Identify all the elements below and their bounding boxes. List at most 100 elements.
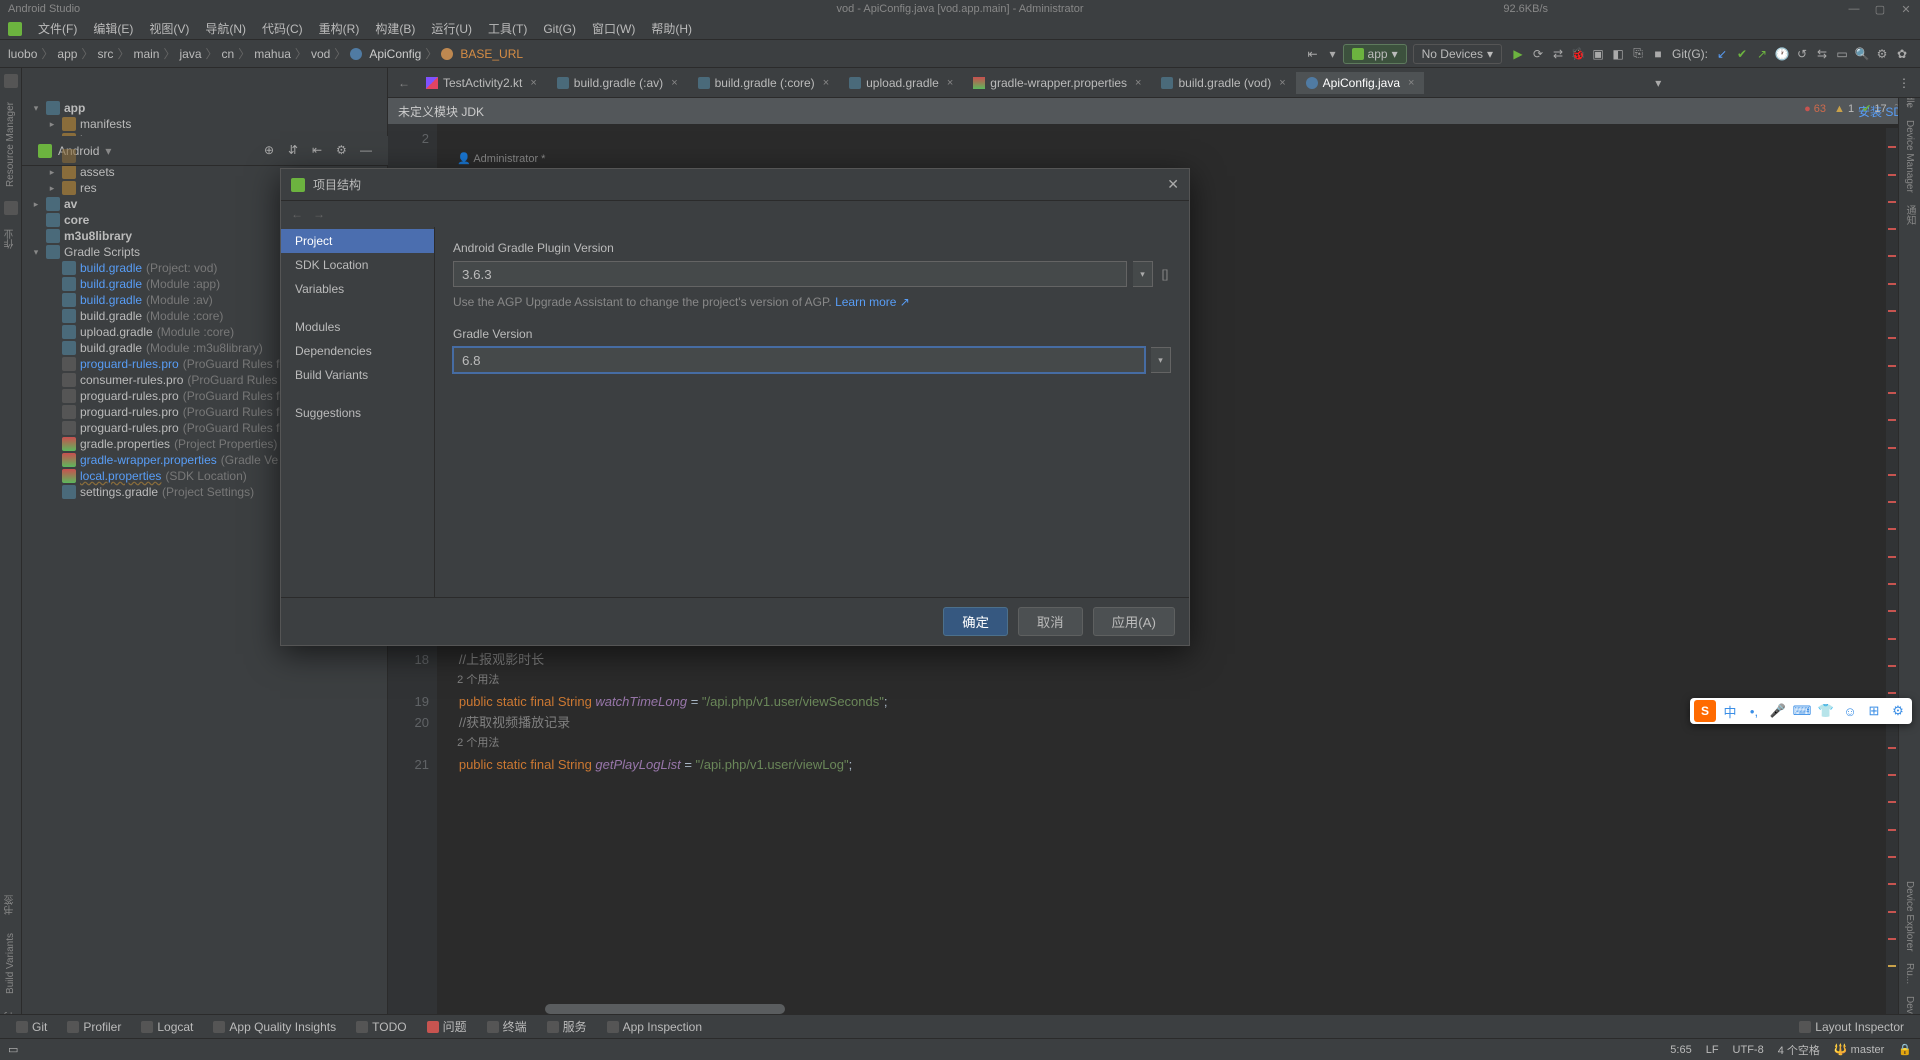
project-icon[interactable] (4, 201, 18, 215)
tool-notifications[interactable]: 通知 (1902, 205, 1917, 225)
ime-voice[interactable]: 🎤 (1768, 701, 1788, 721)
run-icon[interactable]: ▶ (1511, 47, 1525, 61)
editor-tab[interactable]: build.gradle (:core)× (688, 72, 840, 94)
tabs-more-icon[interactable]: ⋮ (1892, 76, 1916, 90)
agp-learn-more[interactable]: Learn more ↗ (835, 295, 910, 309)
menu-refactor[interactable]: 重构(R) (313, 18, 366, 39)
tool-layout-inspector[interactable]: Layout Inspector (1791, 1018, 1912, 1036)
ime-keyboard[interactable]: ⌨ (1792, 701, 1812, 721)
settings-icon[interactable]: ⚙ (1875, 47, 1889, 61)
line-separator[interactable]: LF (1706, 1044, 1719, 1056)
menu-code[interactable]: 代码(C) (256, 18, 309, 39)
tree-node[interactable]: ▾app (22, 100, 387, 116)
git-commit-icon[interactable]: ✔ (1735, 47, 1749, 61)
apply-button[interactable]: 应用(A) (1093, 607, 1175, 636)
sync-icon[interactable]: ⇆ (1815, 47, 1829, 61)
menu-navigate[interactable]: 导航(N) (199, 18, 252, 39)
close-icon[interactable]: ✕ (1900, 3, 1912, 15)
editor-tab[interactable]: build.gradle (vod)× (1151, 72, 1295, 94)
indent[interactable]: 4 个空格 (1778, 1042, 1820, 1058)
minimize-icon[interactable]: — (1848, 3, 1860, 15)
tab-prev-icon[interactable]: ← (392, 76, 416, 90)
tool-jobs[interactable]: 作业 (3, 229, 18, 249)
crumb[interactable]: src (97, 47, 113, 61)
side-variables[interactable]: Variables (281, 277, 434, 301)
maximize-icon[interactable]: ▢ (1874, 3, 1886, 15)
tree-node[interactable]: ▸manifests (22, 116, 387, 132)
coverage-icon[interactable]: ▣ (1591, 47, 1605, 61)
gradle-dropdown-icon[interactable]: ▾ (1151, 347, 1171, 373)
avd-icon[interactable]: ▭ (1835, 47, 1849, 61)
search-icon[interactable]: 🔍 (1855, 47, 1869, 61)
menu-run[interactable]: 运行(U) (425, 18, 478, 39)
profiler-icon[interactable]: ◧ (1611, 47, 1625, 61)
ime-settings[interactable]: ⚙ (1888, 701, 1908, 721)
crumb[interactable]: luobo (8, 47, 37, 61)
collapse-icon[interactable]: ⇤ (312, 143, 328, 159)
tab-close-icon[interactable]: × (1279, 77, 1285, 89)
weak-count[interactable]: 17 (1862, 102, 1887, 115)
ime-punct[interactable]: •, (1744, 701, 1764, 721)
ime-toolbar[interactable]: S 中 •, 🎤 ⌨ 👕 ☺ ⊞ ⚙ (1690, 698, 1912, 724)
git-update-icon[interactable]: ↙ (1715, 47, 1729, 61)
tool-app-inspection[interactable]: App Inspection (599, 1018, 710, 1036)
editor-tab[interactable]: ApiConfig.java× (1296, 72, 1425, 94)
ime-lang[interactable]: 中 (1720, 701, 1740, 721)
tab-close-icon[interactable]: × (1135, 77, 1141, 89)
apply-code-icon[interactable]: ⇄ (1551, 47, 1565, 61)
editor-tab[interactable]: upload.gradle× (839, 72, 963, 94)
crumb[interactable]: vod (311, 47, 330, 61)
tool-device-manager[interactable]: Device Manager (1904, 120, 1915, 193)
tab-close-icon[interactable]: × (947, 77, 953, 89)
menu-view[interactable]: 视图(V) (143, 18, 195, 39)
lock-icon[interactable]: 🔒 (1898, 1043, 1912, 1056)
tabs-dropdown-icon[interactable]: ▾ (1649, 76, 1667, 90)
inspection-widget[interactable]: 63 1 17 ˆ ˇ (1804, 102, 1910, 115)
prev-icon[interactable]: ˆ (1895, 103, 1899, 115)
tab-close-icon[interactable]: × (823, 77, 829, 89)
menu-help[interactable]: 帮助(H) (645, 18, 698, 39)
tool-appquality[interactable]: App Quality Insights (205, 1018, 344, 1036)
dialog-close-icon[interactable]: ✕ (1167, 176, 1179, 193)
crumb-field[interactable]: BASE_URL (460, 47, 523, 61)
target-icon[interactable]: ⊕ (264, 143, 280, 159)
debug-icon[interactable]: 🐞 (1571, 47, 1585, 61)
warning-count[interactable]: 1 (1834, 103, 1854, 115)
tab-close-icon[interactable]: × (1408, 77, 1414, 89)
crumb[interactable]: java (179, 47, 201, 61)
editor-tab[interactable]: gradle-wrapper.properties× (963, 72, 1151, 94)
tab-close-icon[interactable]: × (530, 77, 536, 89)
menu-git[interactable]: Git(G) (537, 20, 582, 38)
encoding[interactable]: UTF-8 (1733, 1044, 1764, 1056)
next-icon[interactable]: ˇ (1906, 103, 1910, 115)
hide-icon[interactable]: — (360, 143, 376, 159)
tool-device-explorer[interactable]: Device Explorer (1904, 881, 1915, 952)
status-tool-icon[interactable]: ▭ (8, 1043, 18, 1056)
agp-dropdown-icon[interactable]: ▾ (1133, 261, 1153, 287)
ime-skin[interactable]: 👕 (1816, 701, 1836, 721)
editor-tab[interactable]: build.gradle (:av)× (547, 72, 688, 94)
resource-icon[interactable] (4, 74, 18, 88)
crumb[interactable]: cn (222, 47, 235, 61)
side-build-variants[interactable]: Build Variants (281, 363, 434, 387)
ime-toolbox[interactable]: ⊞ (1864, 701, 1884, 721)
side-modules[interactable]: Modules (281, 315, 434, 339)
gear-icon[interactable]: ⚙ (336, 143, 352, 159)
chevron-down-icon[interactable]: ▾ (1326, 47, 1340, 61)
editor-tab[interactable]: TestActivity2.kt× (416, 72, 547, 94)
filter-icon[interactable]: ⇵ (288, 143, 304, 159)
horizontal-scrollbar[interactable] (545, 1004, 785, 1014)
tab-close-icon[interactable]: × (671, 77, 677, 89)
menu-window[interactable]: 窗口(W) (586, 18, 641, 39)
device-selector[interactable]: No Devices ▾ (1413, 44, 1502, 64)
side-project[interactable]: Project (281, 229, 434, 253)
agp-version-input[interactable] (453, 261, 1127, 287)
menu-build[interactable]: 构建(B) (369, 18, 421, 39)
tool-bookmarks[interactable]: 书签 (3, 895, 18, 915)
breadcrumb[interactable]: luobo〉 app〉 src〉 main〉 java〉 cn〉 mahua〉 … (8, 45, 523, 62)
menu-file[interactable]: 文件(F) (32, 18, 83, 39)
dialog-back-icon[interactable]: ← (291, 207, 303, 221)
menu-edit[interactable]: 编辑(E) (87, 18, 139, 39)
dialog-forward-icon[interactable]: → (313, 207, 325, 221)
apply-changes-icon[interactable]: ⟳ (1531, 47, 1545, 61)
